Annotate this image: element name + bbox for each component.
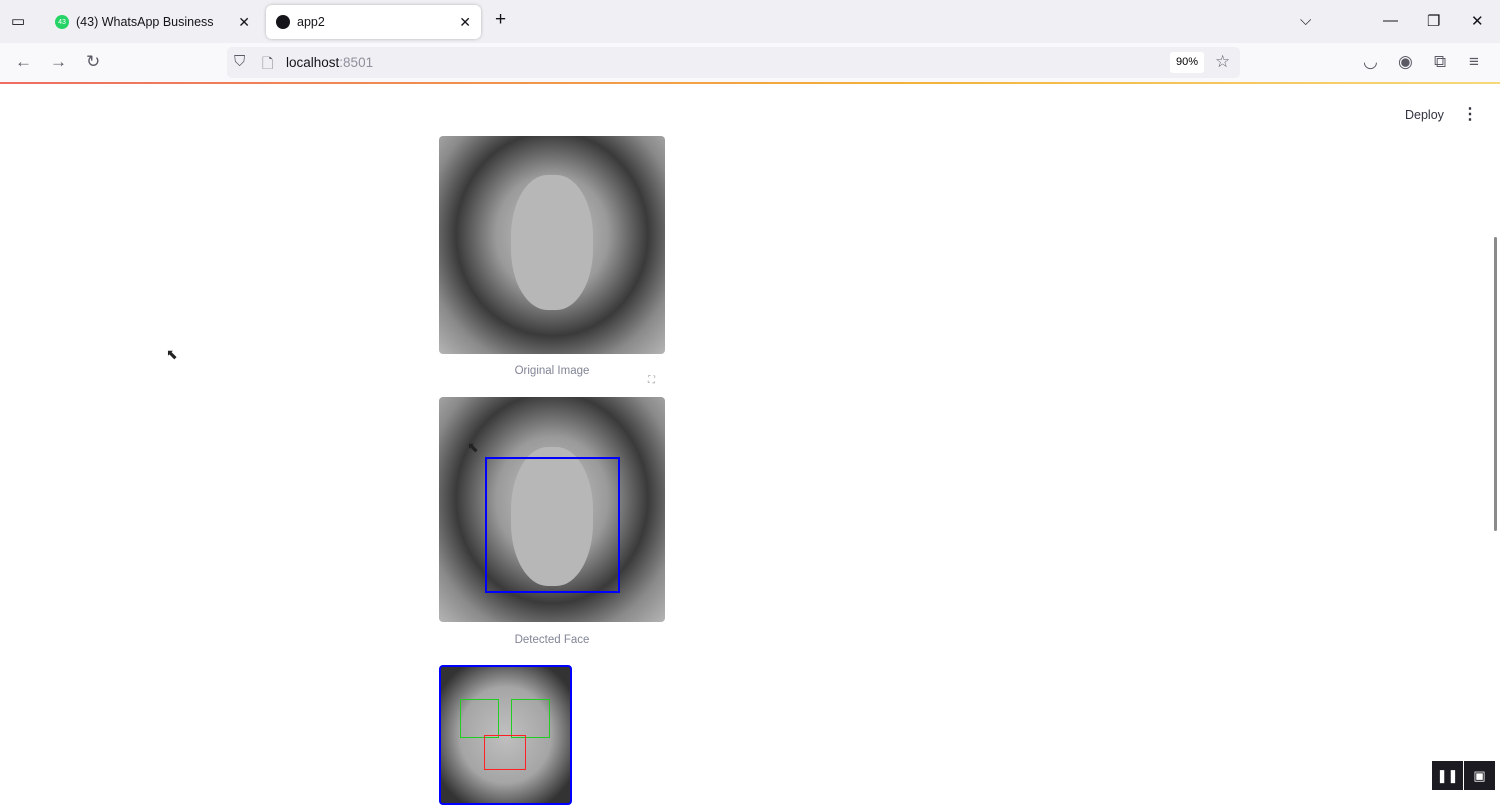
pocket-icon[interactable]: ◡ <box>1363 52 1378 72</box>
zoom-level[interactable]: 90% <box>1170 52 1204 73</box>
minimize-icon[interactable]: — <box>1383 12 1398 29</box>
mouse-cursor-icon: ⬉ <box>166 346 178 362</box>
new-tab-icon[interactable]: + <box>495 9 506 31</box>
whatsapp-icon: 43 <box>55 15 69 29</box>
image-caption: Original Image <box>514 365 590 377</box>
close-icon[interactable]: ✕ <box>459 14 471 31</box>
extensions-icon[interactable]: ⧉ <box>1434 52 1446 72</box>
deploy-button[interactable]: Deploy <box>1405 108 1444 122</box>
fullscreen-icon[interactable]: ⛶ <box>648 375 655 386</box>
nose-box <box>484 735 526 770</box>
tab-bar: ▭ 43 (43) WhatsApp Business ✕ app2 ✕ + ⌵… <box>0 0 1500 43</box>
url-bar[interactable]: ⛉ 🗋 localhost:8501 90% ☆ <box>227 47 1240 78</box>
eye-box <box>460 699 499 738</box>
nav-bar: ← → ↻ ⛉ 🗋 localhost:8501 90% ☆ ◡ ◉ ⧉ ≡ <box>0 43 1500 82</box>
tab-list-icon[interactable]: ▭ <box>11 12 25 30</box>
back-icon[interactable]: ← <box>15 52 32 72</box>
reload-icon[interactable]: ↻ <box>86 52 100 72</box>
account-icon[interactable]: ◉ <box>1398 52 1413 72</box>
menu-icon[interactable]: ≡ <box>1469 52 1479 72</box>
shield-icon[interactable]: ⛉ <box>234 53 245 70</box>
face-box <box>485 457 620 593</box>
close-icon[interactable]: ✕ <box>238 14 250 31</box>
loading-bar <box>0 82 1500 84</box>
detected-face-image <box>439 397 665 622</box>
restore-icon[interactable]: ❐ <box>1427 12 1440 30</box>
mouse-cursor-icon: ⬉ <box>467 439 479 455</box>
forward-icon[interactable]: → <box>50 52 67 72</box>
tab-app2[interactable]: app2 ✕ <box>266 5 481 39</box>
url-host: localhost <box>286 55 340 70</box>
page-icon: 🗋 <box>262 55 274 71</box>
tab-label: app2 <box>297 15 325 29</box>
eye-box <box>511 699 550 738</box>
close-window-icon[interactable]: ✕ <box>1471 12 1484 30</box>
tab-whatsapp[interactable]: 43 (43) WhatsApp Business ✕ <box>45 5 260 39</box>
original-image <box>439 136 665 354</box>
features-image <box>439 665 572 805</box>
star-icon[interactable]: ☆ <box>1215 52 1230 72</box>
image-caption: Detected Face <box>514 634 590 646</box>
url-port: :8501 <box>339 55 374 70</box>
main-menu-icon[interactable]: ⋮ <box>1462 104 1478 124</box>
pause-icon[interactable]: ❚❚ <box>1432 761 1463 790</box>
scrollbar[interactable] <box>1494 237 1497 531</box>
tab-label: (43) WhatsApp Business <box>76 15 214 29</box>
picture-icon[interactable]: ▣ <box>1464 761 1495 790</box>
chevron-down-icon[interactable]: ⌵ <box>1300 12 1311 29</box>
streamlit-icon <box>276 15 290 29</box>
